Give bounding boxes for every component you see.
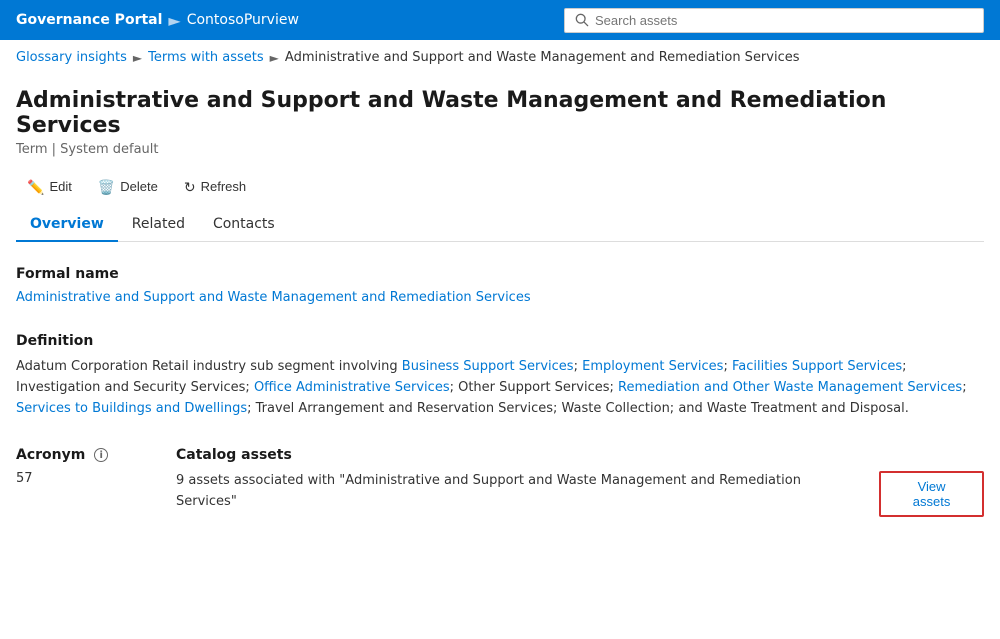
acronym-info-icon[interactable]: i xyxy=(94,448,108,462)
breadcrumb-sep-2: ► xyxy=(270,51,279,65)
catalog-assets-text: 9 assets associated with "Administrative… xyxy=(176,471,863,513)
topbar-separator: ► xyxy=(168,11,180,30)
breadcrumb-glossary-insights[interactable]: Glossary insights xyxy=(16,50,127,65)
assets-row: 9 assets associated with "Administrative… xyxy=(176,471,984,521)
acronym-catalog-row: Acronym i 57 Catalog assets 9 assets ass… xyxy=(16,447,984,521)
refresh-icon: ↻ xyxy=(184,180,196,194)
edit-label: Edit xyxy=(49,179,71,194)
toolbar: ✏️ Edit 🗑️ Delete ↻ Refresh xyxy=(16,173,984,200)
definition-label: Definition xyxy=(16,333,984,349)
refresh-button[interactable]: ↻ Refresh xyxy=(173,173,257,200)
topbar-brand-area: Governance Portal ► ContosoPurview xyxy=(16,11,299,30)
edit-icon: ✏️ xyxy=(27,180,44,194)
acronym-label: Acronym i xyxy=(16,447,136,463)
formal-name-label: Formal name xyxy=(16,266,984,282)
breadcrumb-terms-with-assets[interactable]: Terms with assets xyxy=(148,50,264,65)
catalog-assets-label: Catalog assets xyxy=(176,447,984,463)
definition-section: Definition Adatum Corporation Retail ind… xyxy=(16,333,984,419)
tab-contacts[interactable]: Contacts xyxy=(199,208,289,242)
acronym-section: Acronym i 57 xyxy=(16,447,136,486)
delete-label: Delete xyxy=(120,179,158,194)
formal-name-section: Formal name Administrative and Support a… xyxy=(16,266,984,305)
page-subtitle: Term | System default xyxy=(16,142,984,157)
catalog-assets-section: Catalog assets 9 assets associated with … xyxy=(176,447,984,521)
search-box[interactable] xyxy=(564,8,984,33)
search-input[interactable] xyxy=(595,13,973,28)
view-assets-button[interactable]: View assets xyxy=(879,471,984,517)
search-icon xyxy=(575,13,589,27)
tab-related[interactable]: Related xyxy=(118,208,199,242)
portal-name-label: ContosoPurview xyxy=(187,12,299,28)
breadcrumb-current: Administrative and Support and Waste Man… xyxy=(285,50,800,65)
breadcrumb: Glossary insights ► Terms with assets ► … xyxy=(0,40,1000,76)
refresh-label: Refresh xyxy=(201,179,247,194)
breadcrumb-sep-1: ► xyxy=(133,51,142,65)
formal-name-value: Administrative and Support and Waste Man… xyxy=(16,290,984,305)
delete-icon: 🗑️ xyxy=(98,180,115,194)
definition-text: Adatum Corporation Retail industry sub s… xyxy=(16,357,984,419)
view-assets-label: View assets xyxy=(897,479,966,509)
governance-portal-label: Governance Portal xyxy=(16,12,162,28)
topbar: Governance Portal ► ContosoPurview xyxy=(0,0,1000,40)
main-content: Administrative and Support and Waste Man… xyxy=(0,76,1000,545)
delete-button[interactable]: 🗑️ Delete xyxy=(87,173,169,200)
acronym-value: 57 xyxy=(16,471,136,486)
page-title: Administrative and Support and Waste Man… xyxy=(16,88,984,138)
tabs-bar: Overview Related Contacts xyxy=(16,208,984,242)
tab-overview[interactable]: Overview xyxy=(16,208,118,242)
edit-button[interactable]: ✏️ Edit xyxy=(16,173,83,200)
